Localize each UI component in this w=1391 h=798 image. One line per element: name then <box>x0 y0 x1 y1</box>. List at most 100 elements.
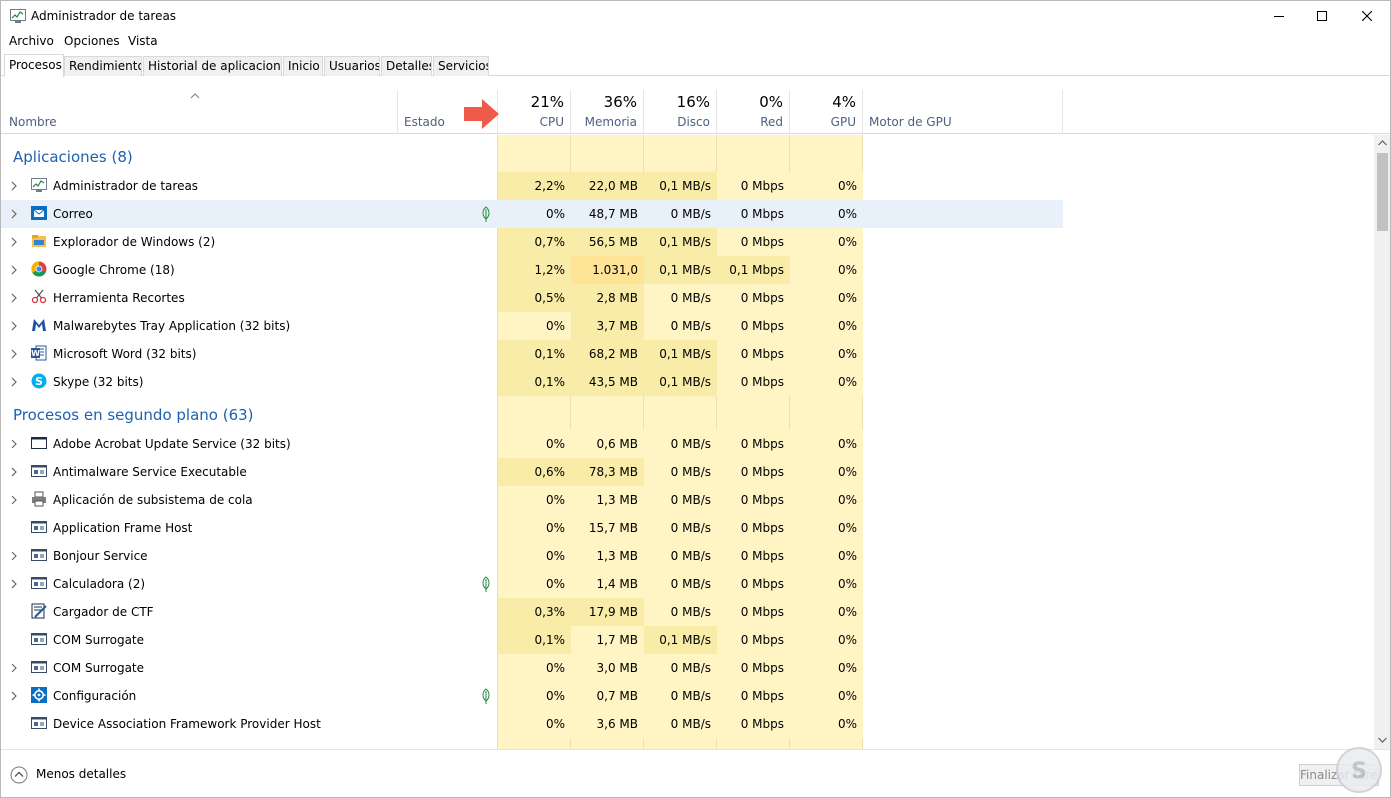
chevron-right-icon[interactable] <box>11 349 17 359</box>
process-row[interactable]: Calculadora (2) 0% 1,4 MB 0 MB/s 0 Mbps 0% <box>1 570 1063 598</box>
cpu-value: 0% <box>498 710 571 738</box>
chevron-right-icon[interactable] <box>11 579 17 589</box>
chevron-right-icon[interactable] <box>11 495 17 505</box>
chevron-right-icon[interactable] <box>11 265 17 275</box>
col-status-header[interactable]: Estado <box>404 115 445 129</box>
col-divider[interactable] <box>1062 90 1063 134</box>
disk-value: 0 MB/s <box>644 682 717 710</box>
process-row[interactable]: Explorador de Windows (2) 0,7% 56,5 MB 0,1 … <box>1 228 1063 256</box>
cpu-value: 0,3% <box>498 598 571 626</box>
process-row[interactable]: Administrador de tareas 2,2% 22,0 MB 0,1 MB… <box>1 172 1063 200</box>
process-row[interactable]: Correo 0% 48,7 MB 0 MB/s 0 Mbps 0% <box>1 200 1063 228</box>
process-list: Aplicaciones (8) Administrador de tareas 2… <box>1 135 1373 749</box>
process-name: COM Surrogate <box>53 633 145 647</box>
memory-value: 68,2 MB <box>571 340 644 368</box>
cpu-value: 0,1% <box>498 626 571 654</box>
process-row[interactable]: W Microsoft Word (32 bits) 0,1% 68,2 MB 0,1 … <box>1 340 1063 368</box>
col-gpu-engine-header[interactable]: Motor de GPU <box>869 115 952 129</box>
chevron-right-icon[interactable] <box>11 209 17 219</box>
disk-value: 0 MB/s <box>644 598 717 626</box>
col-divider[interactable] <box>397 90 398 134</box>
menu-archivo[interactable]: Archivo <box>9 34 54 48</box>
menu-vista[interactable]: Vista <box>128 34 158 48</box>
maximize-icon <box>1317 11 1327 21</box>
chevron-right-icon[interactable] <box>11 551 17 561</box>
tab-servicios[interactable]: Servicios <box>433 56 489 76</box>
chevron-right-icon[interactable] <box>11 467 17 477</box>
network-value: 0 Mbps <box>717 312 790 340</box>
col-network-header[interactable]: Red <box>717 115 783 129</box>
service-icon <box>31 661 47 673</box>
network-value: 0 Mbps <box>717 654 790 682</box>
col-name-header[interactable]: Nombre <box>9 115 57 129</box>
tab-usuarios[interactable]: Usuarios <box>324 56 380 76</box>
vertical-scrollbar[interactable] <box>1374 135 1390 749</box>
chevron-up-circle-icon[interactable] <box>10 766 28 784</box>
chevron-right-icon[interactable] <box>11 663 17 673</box>
chevron-right-icon[interactable] <box>11 691 17 701</box>
process-name: Malwarebytes Tray Application (32 bits) <box>53 319 291 333</box>
network-total: 0% <box>759 93 783 111</box>
scroll-up-icon[interactable] <box>1378 140 1387 146</box>
process-row[interactable]: Cargador de CTF 0,3% 17,9 MB 0 MB/s 0 Mbps 0% <box>1 598 1063 626</box>
tab-inicio[interactable]: Inicio <box>283 56 323 76</box>
menu-opciones[interactable]: Opciones <box>64 34 120 48</box>
close-button[interactable] <box>1344 1 1390 31</box>
scrollbar-thumb[interactable] <box>1377 153 1388 231</box>
col-divider[interactable] <box>862 90 863 134</box>
process-row[interactable]: Bonjour Service 0% 1,3 MB 0 MB/s 0 Mbps 0% <box>1 542 1063 570</box>
suspended-leaf-icon <box>482 688 490 704</box>
process-row[interactable]: Application Frame Host 0% 15,7 MB 0 MB/s 0 M… <box>1 514 1063 542</box>
chevron-right-icon[interactable] <box>11 377 17 387</box>
suspended-leaf-icon <box>482 206 490 222</box>
process-row[interactable]: S Skype (32 bits) 0,1% 43,5 MB 0,1 MB/s 0 Mbp… <box>1 368 1063 396</box>
process-name: Application Frame Host <box>53 521 193 535</box>
process-row[interactable]: Malwarebytes Tray Application (32 bits) 0… <box>1 312 1063 340</box>
cpu-value: 0,1% <box>498 368 571 396</box>
tab-procesos[interactable]: Procesos <box>4 54 64 77</box>
col-disk-header[interactable]: Disco <box>644 115 710 129</box>
process-row[interactable]: Google Chrome (18) 1,2%1.031,0 MB0,1 MB/s… <box>1 256 1063 305</box>
process-row[interactable]: Aplicación de subsistema de cola 0% 1,3 MB… <box>1 486 1063 514</box>
disk-value: 0 MB/s <box>644 542 717 570</box>
process-row[interactable]: Antimalware Service Executable 0,6% 78,3 M… <box>1 458 1063 486</box>
annotation-arrow-icon <box>464 99 499 129</box>
tab-rendimiento[interactable]: Rendimiento <box>64 56 142 76</box>
process-name: Skype (32 bits) <box>53 375 144 389</box>
chevron-right-icon[interactable] <box>11 321 17 331</box>
network-value: 0 Mbps <box>717 542 790 570</box>
chevron-right-icon[interactable] <box>11 293 17 303</box>
memory-value: 17,9 MB <box>571 598 644 626</box>
disk-value: 0 MB/s <box>644 654 717 682</box>
network-value: 0 Mbps <box>717 228 790 256</box>
col-cpu-header[interactable]: CPU <box>498 115 564 129</box>
gpu-value: 0% <box>790 682 863 710</box>
svg-text:S: S <box>35 375 43 388</box>
tab-historial[interactable]: Historial de aplicaciones <box>143 56 282 76</box>
process-row[interactable]: COM Surrogate 0% 3,0 MB 0 MB/s 0 Mbps 0% <box>1 654 1063 682</box>
svg-text:S: S <box>1351 759 1367 784</box>
process-row[interactable]: Configuración 0% 0,7 MB 0 MB/s 0 Mbps 0% <box>1 682 1063 710</box>
col-gpu-header[interactable]: GPU <box>790 115 856 129</box>
minimize-button[interactable] <box>1256 1 1302 31</box>
process-row[interactable]: Device Association Framework Provider Ho… <box>1 710 1063 738</box>
process-row[interactable]: Herramienta Recortes 0,5% 2,8 MB 0 MB/s 0 Mb… <box>1 284 1063 312</box>
disk-value: 0 MB/s <box>644 570 717 598</box>
scroll-down-icon[interactable] <box>1378 737 1387 743</box>
maximize-button[interactable] <box>1299 1 1345 31</box>
process-name: Aplicación de subsistema de cola <box>53 493 253 507</box>
process-name: Correo <box>53 207 93 221</box>
cpu-value: 0% <box>498 486 571 514</box>
network-value: 0 Mbps <box>740 207 784 221</box>
chevron-right-icon[interactable] <box>11 181 17 191</box>
process-row[interactable]: Adobe Acrobat Update Service (32 bits) 0%… <box>1 430 1063 458</box>
chevron-right-icon[interactable] <box>11 237 17 247</box>
process-row[interactable]: COM Surrogate 0,1% 1,7 MB 0,1 MB/s 0 Mbps 0% <box>1 626 1063 654</box>
col-memory-header[interactable]: Memoria <box>571 115 637 129</box>
title-bar[interactable]: Administrador de tareas <box>1 1 1390 31</box>
chevron-right-icon[interactable] <box>11 439 17 449</box>
task-manager-icon <box>10 9 26 23</box>
less-details-link[interactable]: Menos detalles <box>36 767 126 781</box>
memory-value: 22,0 MB <box>571 172 644 200</box>
tab-detalles[interactable]: Detalles <box>381 56 432 76</box>
